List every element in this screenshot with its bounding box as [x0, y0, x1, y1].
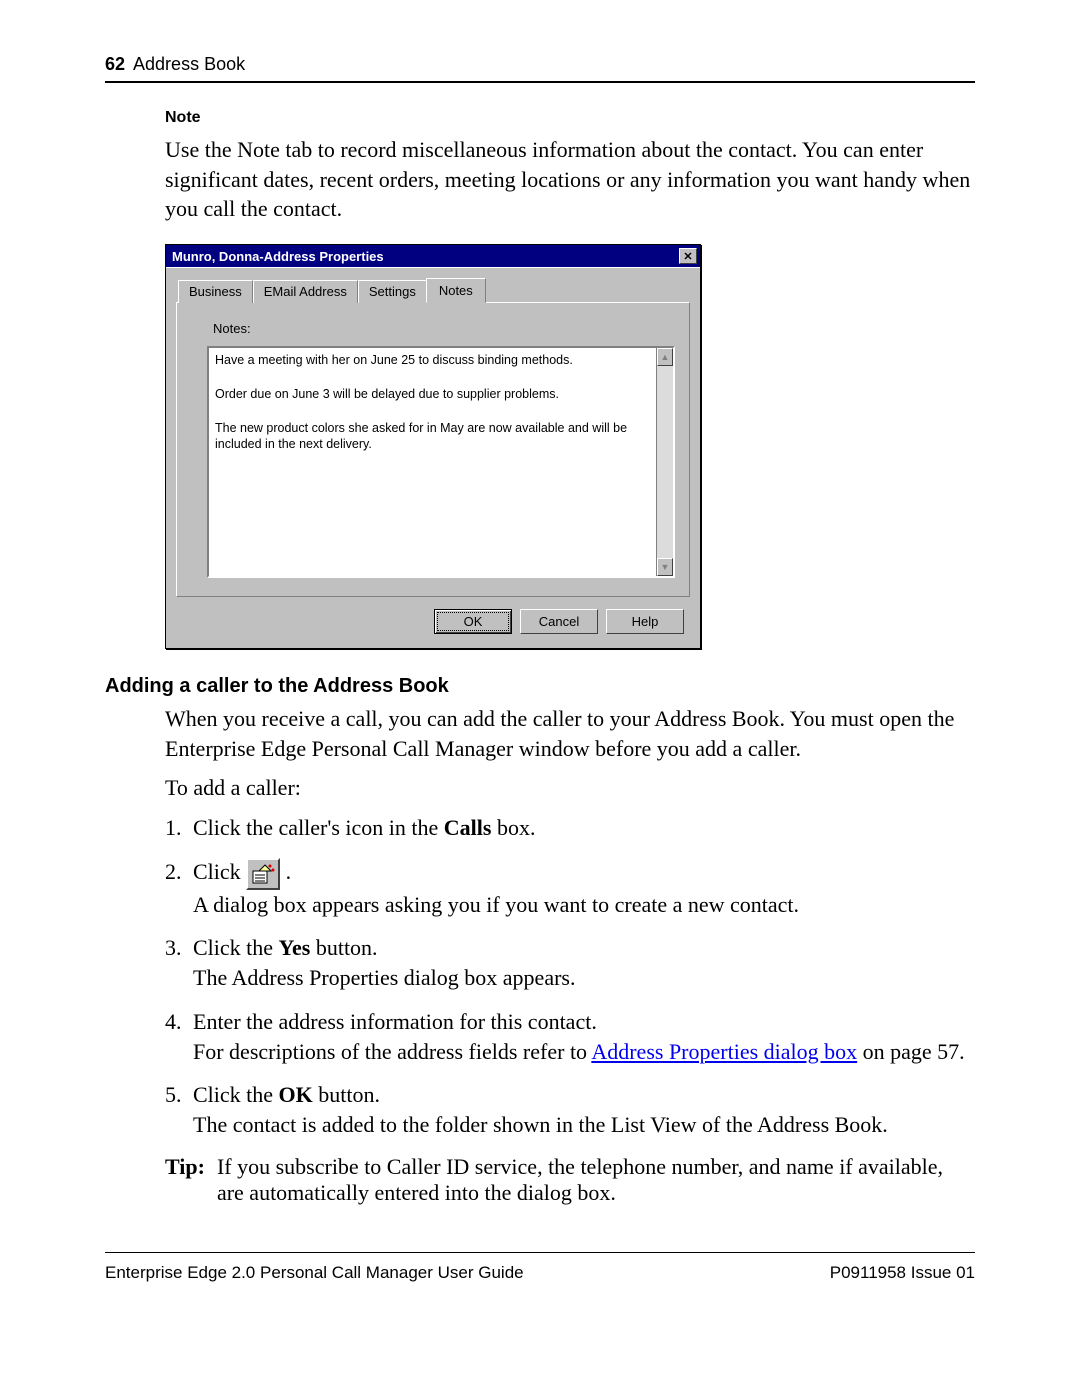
close-icon[interactable]: ✕ [679, 248, 697, 264]
scroll-down-icon[interactable]: ▼ [657, 558, 673, 576]
notes-textarea-wrapper: Have a meeting with her on June 25 to di… [207, 346, 675, 578]
steps-list: Click the caller's icon in the Calls box… [105, 813, 975, 1139]
step-3: Click the Yes button. The Address Proper… [187, 933, 975, 992]
cancel-button[interactable]: Cancel [520, 609, 598, 634]
dialog-titlebar[interactable]: Munro, Donna-Address Properties ✕ [166, 245, 700, 267]
page-number: 62 [105, 54, 125, 75]
section-lead: To add a caller: [165, 773, 975, 803]
ok-button[interactable]: OK [434, 609, 512, 634]
address-properties-dialog: Munro, Donna-Address Properties ✕ Busine… [165, 244, 701, 649]
tip-block: Tip: If you subscribe to Caller ID servi… [165, 1154, 975, 1206]
tab-email-address[interactable]: EMail Address [253, 280, 358, 303]
step-5: Click the OK button. The contact is adde… [187, 1080, 975, 1139]
add-contact-icon[interactable] [246, 858, 280, 890]
tab-settings[interactable]: Settings [358, 280, 427, 303]
page-footer: Enterprise Edge 2.0 Personal Call Manage… [105, 1252, 975, 1283]
scroll-up-icon[interactable]: ▲ [657, 348, 673, 366]
running-header: 62 Address Book [105, 54, 975, 83]
chapter-name: Address Book [133, 54, 245, 75]
note-body: Use the Note tab to record miscellaneous… [165, 135, 975, 224]
note-heading: Note [165, 109, 975, 127]
step-2: Click . A dialog box appears asking you … [187, 857, 975, 920]
help-button[interactable]: Help [606, 609, 684, 634]
scrollbar[interactable]: ▲ ▼ [656, 348, 673, 576]
address-properties-link[interactable]: Address Properties dialog box [591, 1039, 857, 1064]
tab-notes[interactable]: Notes [426, 278, 486, 303]
notes-label: Notes: [213, 321, 675, 336]
notes-textarea[interactable]: Have a meeting with her on June 25 to di… [209, 348, 656, 576]
footer-right: P0911958 Issue 01 [830, 1263, 975, 1283]
dialog-tabs: Business EMail Address Settings Notes [178, 278, 690, 303]
dialog-title: Munro, Donna-Address Properties [172, 249, 384, 264]
step-1: Click the caller's icon in the Calls box… [187, 813, 975, 843]
step-4: Enter the address information for this c… [187, 1007, 975, 1066]
tip-body: If you subscribe to Caller ID service, t… [217, 1154, 975, 1206]
footer-left: Enterprise Edge 2.0 Personal Call Manage… [105, 1263, 524, 1283]
section-heading: Adding a caller to the Address Book [105, 675, 975, 698]
tip-label: Tip: [165, 1154, 205, 1206]
tab-business[interactable]: Business [178, 280, 253, 303]
section-intro: When you receive a call, you can add the… [165, 704, 975, 763]
